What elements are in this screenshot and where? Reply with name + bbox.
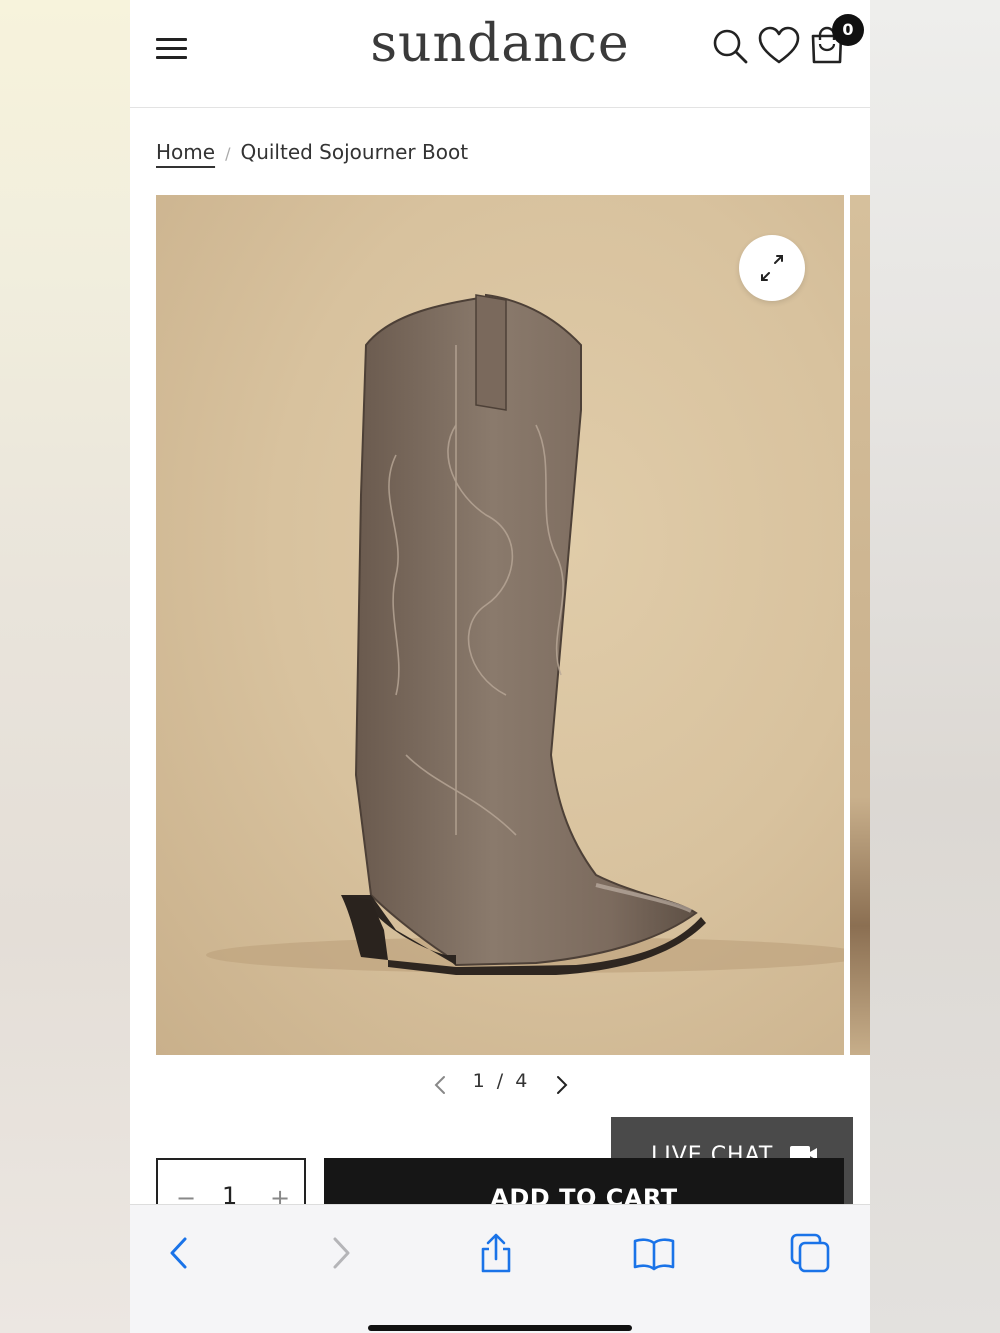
pager-total: 4 (515, 1070, 528, 1092)
breadcrumb-home-link[interactable]: Home (156, 140, 215, 164)
breadcrumb-separator: / (225, 144, 231, 163)
heart-icon[interactable] (757, 26, 800, 66)
left-backdrop (0, 0, 130, 1333)
boot-illustration (206, 293, 844, 975)
browser-toolbar (130, 1204, 870, 1333)
forward-icon[interactable] (318, 1231, 362, 1275)
right-backdrop (870, 0, 1000, 1333)
phone-screen: sundance 0 Home / Quilted Sojourner Boot (130, 0, 870, 1333)
breadcrumb-current: Quilted Sojourner Boot (240, 140, 469, 164)
site-header: sundance 0 (130, 0, 870, 108)
expand-icon (761, 255, 783, 281)
product-image[interactable] (156, 195, 844, 1055)
tabs-icon[interactable] (788, 1231, 832, 1275)
breadcrumb: Home / Quilted Sojourner Boot (156, 140, 468, 164)
search-icon[interactable] (710, 26, 750, 66)
expand-image-button[interactable] (739, 235, 805, 301)
pager-separator: / (496, 1070, 504, 1092)
share-icon[interactable] (474, 1231, 518, 1275)
image-pager: 1 / 4 (130, 1070, 870, 1094)
bookmarks-icon[interactable] (632, 1231, 676, 1275)
home-indicator (368, 1325, 632, 1331)
cart-count-badge: 0 (832, 14, 864, 46)
next-image-arrow[interactable] (546, 1070, 576, 1100)
back-icon[interactable] (158, 1231, 202, 1275)
prev-image-arrow[interactable] (426, 1070, 456, 1100)
pager-current: 1 (472, 1070, 485, 1092)
next-image-peek[interactable] (850, 195, 870, 1055)
